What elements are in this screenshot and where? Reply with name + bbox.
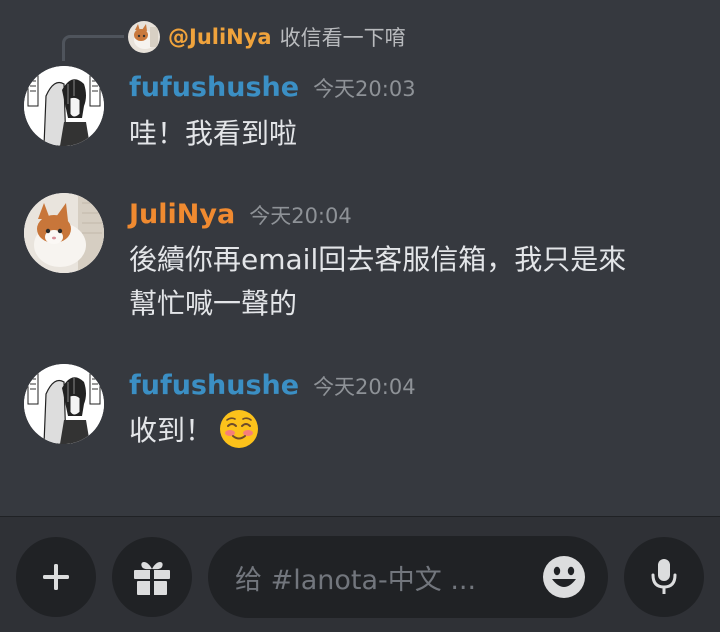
reply-spine <box>62 35 124 61</box>
cat-avatar-icon[interactable] <box>24 193 104 273</box>
message-text-line: 後續你再email回去客服信箱，我只是來 <box>129 243 627 276</box>
username[interactable]: fufushushe <box>129 370 299 401</box>
message-text-content: 收到！ <box>129 414 214 447</box>
microphone-icon <box>651 559 677 594</box>
plus-icon <box>43 564 69 590</box>
add-button[interactable] <box>16 537 96 617</box>
timestamp: 今天20:04 <box>249 204 352 228</box>
username[interactable]: fufushushe <box>129 72 299 103</box>
gift-icon <box>134 562 170 595</box>
username[interactable]: JuliNya <box>129 199 235 230</box>
chat-messages: @JuliNya 收信看一下唷 fufushushe 今天20:03 哇！我看到… <box>0 0 720 516</box>
message-input[interactable]: 给 #lanota-中文 ... <box>208 536 608 618</box>
cat-avatar-icon <box>128 21 160 53</box>
emoji-picker-button[interactable] <box>542 555 586 599</box>
message-text-line: 幫忙喊一聲的 <box>129 287 298 320</box>
message-text: 收到！ <box>129 409 699 453</box>
manga-avatar-icon[interactable] <box>24 66 104 146</box>
message-input-placeholder: 给 #lanota-中文 ... <box>235 565 477 596</box>
message-composer: 给 #lanota-中文 ... <box>0 516 720 632</box>
manga-avatar-icon[interactable] <box>24 364 104 444</box>
voice-button[interactable] <box>624 537 704 617</box>
gift-button[interactable] <box>112 537 192 617</box>
message-text: 後續你再email回去客服信箱，我只是來 幫忙喊一聲的 <box>129 238 699 326</box>
reply-text: 收信看一下唷 <box>279 26 406 50</box>
timestamp: 今天20:03 <box>313 77 416 101</box>
smiling-blush-emoji <box>219 409 259 449</box>
message-text: 哇！我看到啦 <box>129 117 298 150</box>
reply-reference[interactable]: @JuliNya 收信看一下唷 <box>128 20 406 54</box>
smiley-icon <box>543 556 585 598</box>
reply-mention[interactable]: @JuliNya <box>168 25 272 49</box>
timestamp: 今天20:04 <box>313 375 416 399</box>
